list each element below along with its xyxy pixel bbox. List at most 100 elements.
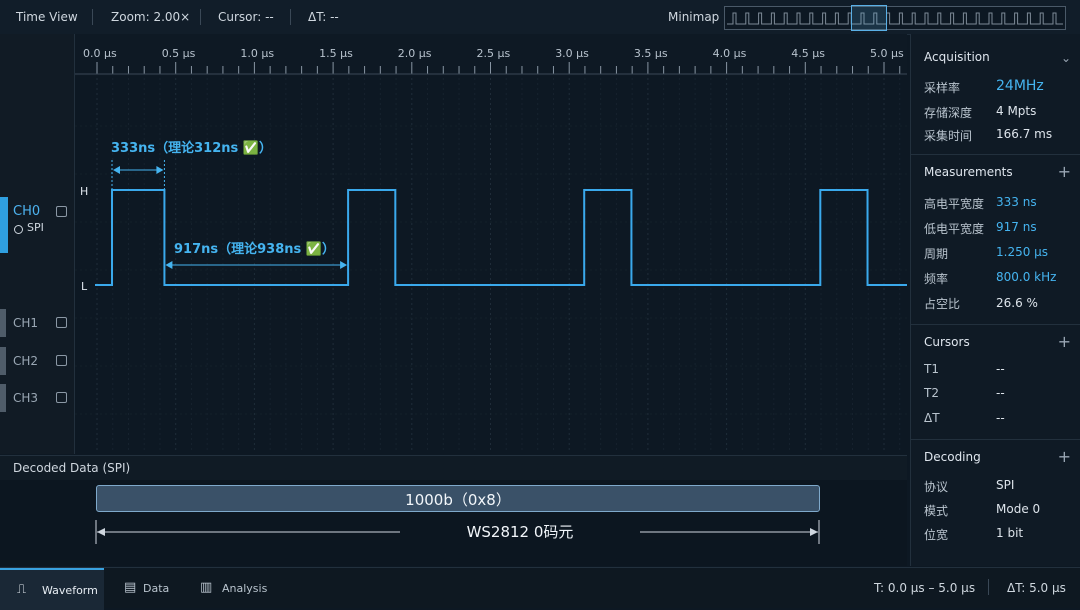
high-width-annotation: 333ns（理论312ns ✅） — [111, 140, 272, 156]
view-title: Time View — [16, 10, 78, 24]
tick-label: 0.0 μs — [83, 47, 117, 60]
minimap-trace — [727, 12, 1063, 25]
channel-ch2[interactable]: CH2 — [0, 347, 74, 375]
span-readout: ΔT: 5.0 μs — [1007, 581, 1066, 595]
channel-visibility-checkbox[interactable] — [56, 392, 67, 403]
cursor-key: ΔT — [924, 411, 940, 425]
signal-trace — [95, 189, 907, 286]
waveform-plot[interactable]: 0.0 μs 0.5 μs 1.0 μs 1.5 μs 2.0 μs 2.5 μs 3.0 … — [75, 34, 907, 454]
cursor-t2-value: -- — [996, 386, 1005, 400]
minimap-viewport-handle[interactable] — [851, 5, 887, 31]
tab-label: Data — [143, 582, 170, 595]
tick-label: 2.0 μs — [398, 47, 432, 60]
channel-visibility-checkbox[interactable] — [56, 355, 67, 366]
channel-ch1[interactable]: CH1 — [0, 309, 74, 337]
meas-key: 低电平宽度 — [924, 222, 985, 236]
minimap[interactable] — [724, 6, 1066, 30]
memory-depth-value: 4 Mpts — [996, 104, 1037, 118]
tick-label: 0.5 μs — [162, 47, 196, 60]
decoded-data-header: Decoded Data (SPI) — [0, 455, 907, 481]
channel-visibility-checkbox[interactable] — [56, 317, 67, 328]
measurements-title: Measurements — [924, 165, 1013, 179]
tab-label: Analysis — [222, 582, 268, 595]
channel-color-bar — [0, 309, 6, 337]
chevron-down-icon[interactable]: ⌄ — [1061, 51, 1071, 65]
tick-label: 4.0 μs — [713, 47, 747, 60]
symbol-meaning: WS2812 0码元 — [400, 521, 640, 542]
cursors-title: Cursors — [924, 335, 970, 349]
channel-color-bar — [0, 197, 8, 253]
info-panel: Acquisition ⌄ 采样率 24MHz 存储深度 4 Mpts 采集时间… — [910, 34, 1080, 566]
arrow-head — [340, 261, 348, 269]
divider — [911, 439, 1080, 440]
add-cursor-button[interactable]: + — [1058, 334, 1071, 350]
acquisition-title: Acquisition — [924, 50, 990, 64]
tab-analysis[interactable]: ▥ Analysis — [184, 568, 274, 608]
mode-value: Mode 0 — [996, 502, 1041, 516]
high-level-label: H — [80, 185, 88, 198]
channel-ch0[interactable]: CH0 SPI — [0, 197, 74, 253]
analysis-icon: ▥ — [200, 580, 213, 595]
tick-label: 5.0 μs — [870, 47, 904, 60]
bottom-bar: ⎍ Waveform ▤ Data ▥ Analysis T: 0.0 μs –… — [0, 567, 1080, 610]
tick-label: 4.5 μs — [791, 47, 825, 60]
meas-key: 频率 — [924, 272, 949, 286]
acq-key: 存储深度 — [924, 106, 973, 120]
cursor-dt-value: -- — [996, 411, 1005, 425]
low-level-label: L — [81, 280, 88, 293]
capture-time-value: 166.7 ms — [996, 127, 1053, 141]
meas-key: 占空比 — [924, 297, 961, 311]
channel-label: CH1 — [13, 316, 39, 330]
decoded-data-title: Decoded Data (SPI) — [13, 461, 131, 475]
tick-label: 1.0 μs — [240, 47, 274, 60]
tick-label: 2.5 μs — [477, 47, 511, 60]
channel-ch3[interactable]: CH3 — [0, 384, 74, 412]
divider — [200, 9, 201, 25]
decode-key: 模式 — [924, 504, 949, 518]
time-range-readout: T: 0.0 μs – 5.0 μs — [874, 581, 976, 595]
period-value: 1.250 μs — [996, 245, 1049, 259]
channel-protocol: SPI — [27, 221, 44, 234]
add-measurement-button[interactable]: + — [1058, 164, 1071, 180]
channel-label: CH2 — [13, 354, 39, 368]
zoom-readout[interactable]: Zoom: 2.00× — [111, 10, 190, 24]
meas-key: 高电平宽度 — [924, 197, 985, 211]
decode-key: 位宽 — [924, 528, 949, 542]
decode-key: 协议 — [924, 480, 949, 494]
low-width-annotation: 917ns（理论938ns ✅） — [174, 241, 335, 257]
waveform-canvas[interactable]: 0.0 μs 0.5 μs 1.0 μs 1.5 μs 2.0 μs 2.5 μs 3.0 … — [75, 34, 907, 454]
channel-label: CH3 — [13, 391, 39, 405]
high-width-value: 333 ns — [996, 195, 1037, 209]
tab-data[interactable]: ▤ Data — [104, 568, 184, 608]
protocol-value: SPI — [996, 478, 1015, 492]
channel-color-bar — [0, 347, 6, 375]
sample-rate-value: 24MHz — [996, 78, 1044, 94]
frequency-value: 800.0 kHz — [996, 270, 1057, 284]
minimap-label: Minimap — [668, 10, 720, 24]
add-decoder-button[interactable]: + — [1058, 449, 1071, 465]
divider — [988, 579, 989, 595]
cursor-key: T1 — [924, 362, 939, 376]
data-icon: ▤ — [124, 580, 137, 595]
divider — [290, 9, 291, 25]
divider — [911, 324, 1080, 325]
channel-color-bar — [0, 384, 6, 412]
protocol-circle-icon — [14, 225, 23, 234]
tab-waveform[interactable]: ⎍ Waveform — [0, 568, 104, 610]
arrow-head — [113, 166, 120, 174]
duty-cycle-value: 26.6 % — [996, 296, 1038, 310]
channel-visibility-checkbox[interactable] — [56, 206, 67, 217]
ch0-signal: HL — [80, 185, 907, 293]
waveform-icon: ⎍ — [17, 582, 27, 597]
tick-label: 3.0 μs — [555, 47, 589, 60]
tab-label: Waveform — [42, 584, 98, 597]
channel-label: CH0 — [13, 204, 41, 219]
cursor-readout: Cursor: -- — [218, 10, 274, 24]
timing-annotations: 333ns（理论312ns ✅） 917ns（理论938ns ✅） — [111, 140, 348, 269]
acq-key: 采样率 — [924, 81, 961, 95]
divider — [92, 9, 93, 25]
tick-label: 1.5 μs — [319, 47, 353, 60]
decoding-title: Decoding — [924, 450, 981, 464]
cursor-key: T2 — [924, 386, 939, 400]
acq-key: 采集时间 — [924, 129, 973, 143]
